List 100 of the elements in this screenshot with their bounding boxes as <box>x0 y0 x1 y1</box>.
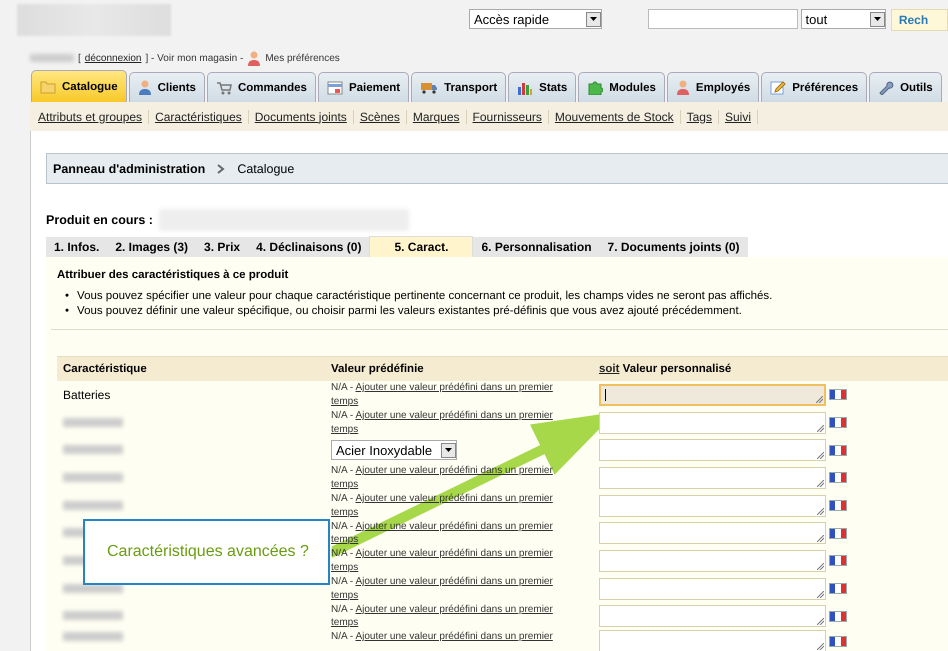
pencil-icon <box>770 80 786 95</box>
person-icon <box>676 80 690 95</box>
product-tab[interactable]: 3. Prix <box>196 237 248 257</box>
resize-grip-icon[interactable] <box>817 618 824 626</box>
caret-icon <box>586 12 600 26</box>
custom-value-field[interactable] <box>599 412 826 434</box>
sub-nav-link[interactable]: Fournisseurs <box>466 110 549 124</box>
caret-icon <box>870 12 885 26</box>
section-title: Attribuer des caractéristiques à ce produit <box>57 269 290 281</box>
breadcrumb-item[interactable]: Panneau d'administration <box>53 162 206 176</box>
blurred-text <box>30 54 74 62</box>
add-value-link[interactable]: N/A - Ajouter une valeur prédéfini dans un premier temps <box>331 547 571 574</box>
custom-value-field[interactable] <box>599 605 826 628</box>
bullet: • <box>65 304 70 319</box>
resize-grip-icon[interactable] <box>817 590 824 598</box>
feature-name: Batteries <box>63 388 110 402</box>
resize-grip-icon[interactable] <box>817 535 824 542</box>
flag-icon <box>829 417 847 428</box>
flag-icon <box>829 472 847 484</box>
nav-tab[interactable]: Modules <box>578 72 665 102</box>
custom-value-field[interactable] <box>599 466 826 489</box>
flag-icon <box>829 444 847 456</box>
resize-grip-icon[interactable] <box>817 562 824 570</box>
add-value-link[interactable]: N/A - Ajouter une valeur prédéfini dans un premier temps <box>331 381 571 408</box>
search-field[interactable] <box>648 9 798 29</box>
custom-value-field[interactable] <box>599 494 826 517</box>
nav-tab[interactable]: Paiement <box>318 72 410 102</box>
flag-icon <box>829 583 847 594</box>
bracket-text: [ <box>78 52 81 64</box>
nav-tab[interactable]: Transport <box>411 72 506 102</box>
add-value-link[interactable]: N/A - Ajouter une valeur prédéfini dans un premier temps <box>331 575 571 602</box>
sub-nav-link[interactable]: Scènes <box>354 110 407 124</box>
sub-nav-link[interactable]: Tags <box>680 110 719 124</box>
bullet: • <box>65 289 70 304</box>
cart-icon <box>216 80 232 94</box>
sub-nav-link[interactable]: Caractéristiques <box>149 110 249 124</box>
product-tab[interactable]: 7. Documents joints (0) <box>600 237 748 257</box>
value-dropdown[interactable]: Acier Inoxydable <box>331 440 457 460</box>
custom-value-field[interactable] <box>599 522 826 544</box>
flag-icon <box>829 636 847 647</box>
note-text: Vous pouvez spécifier une valeur pour chaque caractéristique pertinente concernant ce produit, les champs vides ne seront pas affichés. <box>77 289 772 304</box>
flag-icon <box>829 555 847 566</box>
resize-grip-icon[interactable] <box>816 396 823 403</box>
custom-value-field[interactable] <box>599 550 826 572</box>
resize-grip-icon[interactable] <box>817 480 824 487</box>
sub-nav-link[interactable]: Mouvements de Stock <box>548 110 681 124</box>
card-icon <box>326 80 343 94</box>
person-icon <box>247 50 262 66</box>
add-value-link[interactable]: N/A - Ajouter une valeur prédéfini dans un premier temps <box>331 409 571 436</box>
sub-nav-link[interactable]: Marques <box>406 110 467 124</box>
sub-nav-link[interactable]: Documents joints <box>248 110 354 124</box>
callout-text: Caractéristiques avancées ? <box>107 543 309 561</box>
column-link[interactable]: soit <box>599 363 620 375</box>
search-scope-dropdown[interactable]: tout <box>800 9 886 29</box>
custom-value-field[interactable] <box>599 384 826 406</box>
sub-nav-link[interactable]: Attributs et groupes <box>38 110 150 124</box>
column-header: Valeur personnalisé <box>622 363 732 375</box>
product-tab[interactable]: 4. Déclinaisons (0) <box>248 237 370 257</box>
product-label: Produit en cours : <box>46 213 153 227</box>
nav-tab[interactable]: Employés <box>666 72 760 102</box>
nav-tab[interactable]: Catalogue <box>31 70 127 102</box>
resize-grip-icon[interactable] <box>817 508 824 515</box>
custom-value-field[interactable] <box>599 439 826 462</box>
sub-nav-link[interactable]: Suivi <box>718 110 758 124</box>
wrench-icon <box>878 80 894 95</box>
nav-tab[interactable]: Clients <box>128 72 205 102</box>
nav-tab[interactable]: Stats <box>508 72 576 102</box>
flag-icon <box>829 389 847 400</box>
product-tab[interactable]: 6. Personnalisation <box>473 237 600 257</box>
folder-icon <box>40 80 56 94</box>
store-link[interactable]: ] - Voir mon magasin - <box>146 52 244 64</box>
column-header: Valeur prédéfinie <box>331 363 424 375</box>
search-button[interactable]: Rech <box>890 9 948 31</box>
add-value-link[interactable]: N/A - Ajouter une valeur prédéfini dans un premier temps <box>331 602 571 630</box>
add-value-link[interactable]: N/A - Ajouter une valeur prédéfini dans un premier <box>331 630 571 644</box>
caret-icon <box>441 442 456 458</box>
logout-link[interactable]: déconnexion <box>84 52 142 64</box>
quick-access-dropdown[interactable]: Accès rapide <box>468 9 602 29</box>
product-tab[interactable]: 5. Caract. <box>369 236 474 257</box>
nav-tab[interactable]: Commandes <box>206 72 316 102</box>
note-text: Vous pouvez définir une valeur spécifique, ou choisir parmi les valeurs existantes pré-définis que vous avez ajouté précédemment. <box>77 304 742 319</box>
custom-value-field[interactable] <box>599 630 826 651</box>
product-tab[interactable]: 2. Images (3) <box>107 237 196 257</box>
nav-tab[interactable]: Outils <box>869 72 942 102</box>
preferences-link[interactable]: Mes préférences <box>265 52 340 64</box>
column-header: Caractéristique <box>63 363 147 375</box>
custom-value-field[interactable] <box>599 578 826 600</box>
person-icon <box>138 80 152 95</box>
puzzle-icon <box>587 80 604 95</box>
resize-grip-icon[interactable] <box>817 452 824 460</box>
nav-tab[interactable]: Préférences <box>761 72 868 102</box>
chevron-icon <box>217 164 226 174</box>
flag-icon <box>829 528 847 539</box>
flag-icon <box>829 500 847 512</box>
truck-icon <box>420 81 438 94</box>
product-tab[interactable]: 1. Infos. <box>46 237 108 257</box>
flag-icon <box>829 610 847 622</box>
bar-chart-icon <box>517 80 534 94</box>
resize-grip-icon[interactable] <box>817 643 824 650</box>
resize-grip-icon[interactable] <box>817 424 824 432</box>
